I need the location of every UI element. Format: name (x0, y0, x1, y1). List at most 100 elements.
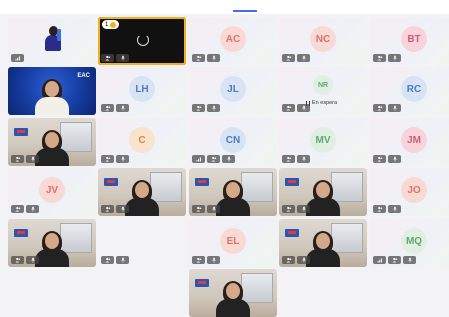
mic-icon (388, 54, 401, 62)
tile-status-badges (11, 54, 24, 62)
tile-status-badges (11, 205, 39, 213)
tile-status-badges (192, 205, 220, 213)
participant-tile[interactable]: CN (189, 118, 277, 166)
tile-status-badges (373, 205, 401, 213)
people-icon (207, 155, 220, 163)
tile-status-badges (101, 205, 129, 213)
participant-tile[interactable] (8, 17, 96, 65)
participant-initials-avatar: JM (401, 127, 427, 153)
active-tab-indicator (233, 10, 257, 12)
mic-icon (403, 256, 416, 264)
mic-icon (297, 104, 310, 112)
people-icon (192, 256, 205, 264)
participant-tile[interactable]: C (98, 118, 186, 166)
participant-tile[interactable] (8, 118, 96, 166)
participant-initials-avatar: BT (401, 26, 427, 52)
tile-status-badges (101, 104, 129, 112)
people-icon (192, 205, 205, 213)
tile-status-badges (373, 104, 401, 112)
people-icon (373, 104, 386, 112)
tile-status-badges (373, 155, 401, 163)
participant-tile[interactable]: JV (8, 168, 96, 216)
tile-status-badges (192, 256, 220, 264)
profile-picture (45, 26, 61, 52)
people-icon (11, 155, 24, 163)
tile-status-badges (282, 54, 310, 62)
participant-initials-avatar: JV (39, 177, 65, 203)
participant-tile[interactable]: JO (370, 168, 449, 216)
mic-icon (116, 104, 129, 112)
raised-hand-count: 1 (105, 21, 109, 28)
people-icon (11, 205, 24, 213)
people-icon (282, 256, 295, 264)
participant-tile[interactable] (279, 219, 367, 267)
people-icon (192, 104, 205, 112)
people-icon (192, 54, 205, 62)
participant-initials-avatar: C (129, 127, 155, 153)
mic-icon (116, 155, 129, 163)
participant-tile[interactable] (8, 219, 96, 267)
participant-initials-avatar: MQ (401, 228, 427, 254)
mic-icon (207, 205, 220, 213)
mic-icon (116, 205, 129, 213)
participant-tile[interactable]: NR En espera (279, 67, 367, 115)
people-icon (101, 155, 114, 163)
people-icon (282, 104, 295, 112)
participant-tile[interactable]: EAC (8, 67, 96, 115)
participant-tile[interactable]: MV (279, 118, 367, 166)
tile-status-badges (192, 104, 220, 112)
loading-spinner-icon (137, 34, 149, 46)
mic-icon (26, 256, 39, 264)
participant-tile[interactable] (279, 168, 367, 216)
participant-tile[interactable]: JL (189, 67, 277, 115)
participant-tile[interactable]: NC (279, 17, 367, 65)
participant-tile[interactable]: RC (370, 67, 449, 115)
mic-icon (207, 54, 220, 62)
people-icon (373, 205, 386, 213)
mic-icon (222, 155, 235, 163)
mic-icon (297, 205, 310, 213)
tile-status-badges (101, 155, 129, 163)
participant-tile[interactable]: EL (189, 219, 277, 267)
mic-icon (388, 205, 401, 213)
participant-initials-avatar: NR (313, 75, 333, 95)
participant-tile[interactable]: LH (98, 67, 186, 115)
raised-hand-indicator: 1 (102, 20, 120, 29)
hand-icon (110, 21, 117, 28)
participant-initials-avatar: MV (310, 127, 336, 153)
tile-status-badges (282, 155, 310, 163)
tile-status-badges (101, 256, 129, 264)
participant-initials-avatar: JO (401, 177, 427, 203)
tile-status-badges (373, 256, 416, 264)
people-icon (101, 256, 114, 264)
people-icon (373, 155, 386, 163)
participant-tile[interactable]: AC (189, 17, 277, 65)
people-icon (282, 54, 295, 62)
people-icon (282, 205, 295, 213)
brand-logo: EAC (77, 73, 90, 79)
people-icon (282, 155, 295, 163)
participant-tile[interactable] (98, 219, 186, 267)
participant-tile[interactable] (98, 168, 186, 216)
people-icon (373, 54, 386, 62)
signal-icon (192, 155, 205, 163)
participant-tile[interactable]: BT (370, 17, 449, 65)
mic-icon (26, 155, 39, 163)
participant-tile[interactable]: MQ (370, 219, 449, 267)
participant-tile[interactable]: 1 (98, 17, 186, 65)
tile-status-badges (282, 205, 310, 213)
tile-status-badges (101, 54, 129, 62)
tile-status-badges (282, 104, 310, 112)
on-hold-status: En espera (306, 100, 337, 106)
participant-initials-avatar: CN (220, 127, 246, 153)
tile-status-badges (282, 256, 310, 264)
people-icon (388, 256, 401, 264)
participant-tile[interactable] (189, 168, 277, 216)
participant-tile[interactable]: JM (370, 118, 449, 166)
mic-icon (297, 54, 310, 62)
participant-initials-avatar: JL (220, 76, 246, 102)
people-icon (101, 104, 114, 112)
tile-status-badges (192, 155, 235, 163)
mic-icon (207, 256, 220, 264)
tile-status-badges (11, 256, 39, 264)
